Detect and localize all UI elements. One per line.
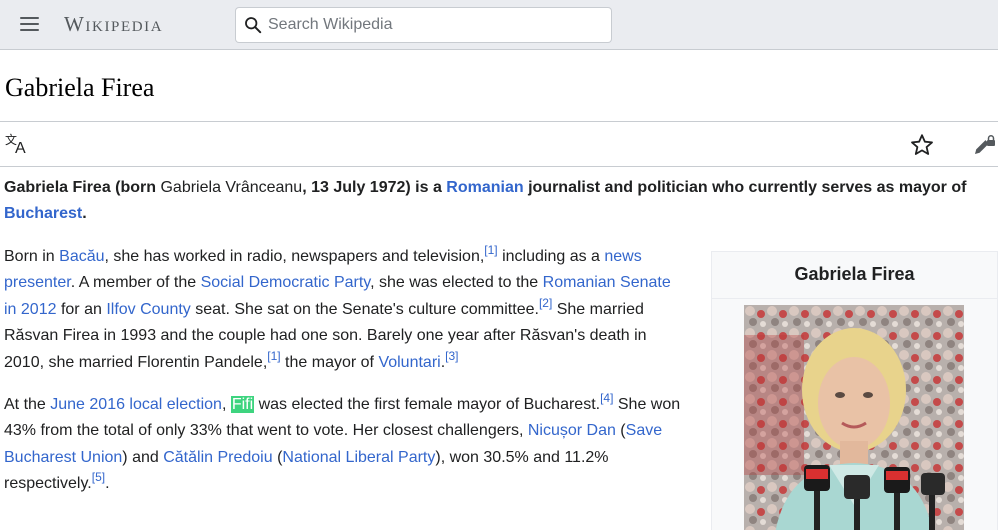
search-box[interactable] [236, 8, 611, 42]
body-text: . A member of the [70, 274, 201, 292]
link-bucharest[interactable]: Bucharest [4, 205, 82, 222]
top-header: Wikipedia [0, 0, 998, 50]
body-text: . [105, 475, 110, 493]
body-text: , she was elected to the [370, 274, 543, 292]
link-catalin-predoiu[interactable]: Cătălin Predoiu [163, 449, 272, 466]
lead-text: journalist and politician who currently … [523, 179, 967, 196]
reference-1[interactable]: [1] [267, 349, 280, 363]
paragraph-career: Born in Bacău, she has worked in radio, … [4, 244, 684, 376]
infobox: Gabriela Firea [711, 251, 998, 530]
language-translate-icon[interactable]: 文 A [5, 132, 31, 154]
lead-paragraph: Gabriela Firea (born Gabriela Vrânceanu,… [4, 175, 984, 228]
body-text: At the [4, 396, 51, 413]
portrait-image[interactable] [744, 305, 964, 530]
link-june-2016-local-election[interactable]: June 2016 local election [50, 396, 222, 413]
lead-text: . [82, 205, 87, 223]
body-text: , she has worked in radio, newspapers an… [104, 248, 485, 265]
reference-1[interactable]: [1] [484, 243, 497, 257]
body-text: ( [272, 448, 283, 466]
edit-lock-icon[interactable] [972, 133, 996, 157]
lead-text: Gabriela Firea (born [4, 179, 161, 196]
page-title: Gabriela Firea [5, 73, 155, 102]
link-voluntari[interactable]: Voluntari [378, 354, 440, 371]
body-text: was elected the first female mayor of Bu… [254, 396, 601, 413]
body-text: Born in [4, 248, 60, 265]
highlighted-text: Fifi [230, 396, 255, 413]
body-text: including as a [497, 248, 605, 265]
link-social-democratic-party[interactable]: Social Democratic Party [201, 274, 371, 291]
search-input[interactable] [268, 8, 603, 42]
reference-5[interactable]: [5] [92, 470, 105, 484]
actions-divider [0, 166, 998, 167]
body-text: ) and [122, 448, 164, 466]
lead-text: , 13 July 1972) is a [302, 179, 447, 196]
title-divider [0, 121, 998, 122]
link-national-liberal-party[interactable]: National Liberal Party [282, 449, 435, 466]
body-text: for an [56, 300, 107, 318]
paragraph-election: At the June 2016 local election, Fifi wa… [4, 392, 684, 498]
link-bacau[interactable]: Bacău [59, 248, 104, 265]
infobox-divider [712, 298, 997, 299]
reference-4[interactable]: [4] [600, 391, 613, 405]
star-icon[interactable] [910, 133, 934, 157]
link-nicusor-dan[interactable]: Nicușor Dan [528, 422, 616, 439]
birth-name: Gabriela Vrânceanu [160, 179, 303, 196]
search-icon [245, 17, 262, 34]
link-romanian[interactable]: Romanian [446, 179, 523, 196]
svg-text:A: A [15, 140, 26, 154]
infobox-title: Gabriela Firea [794, 264, 915, 284]
body-text: ( [615, 422, 626, 440]
wikipedia-wordmark[interactable]: Wikipedia [64, 12, 163, 37]
reference-3[interactable]: [3] [445, 349, 458, 363]
body-text: seat. She sat on the Senate's culture co… [190, 300, 539, 318]
reference-2[interactable]: [2] [539, 296, 552, 310]
link-ilfov-county[interactable]: Ilfov County [106, 301, 190, 318]
hamburger-menu-icon[interactable] [19, 14, 41, 36]
body-text: the mayor of [280, 353, 379, 371]
body-text: , [221, 396, 231, 413]
